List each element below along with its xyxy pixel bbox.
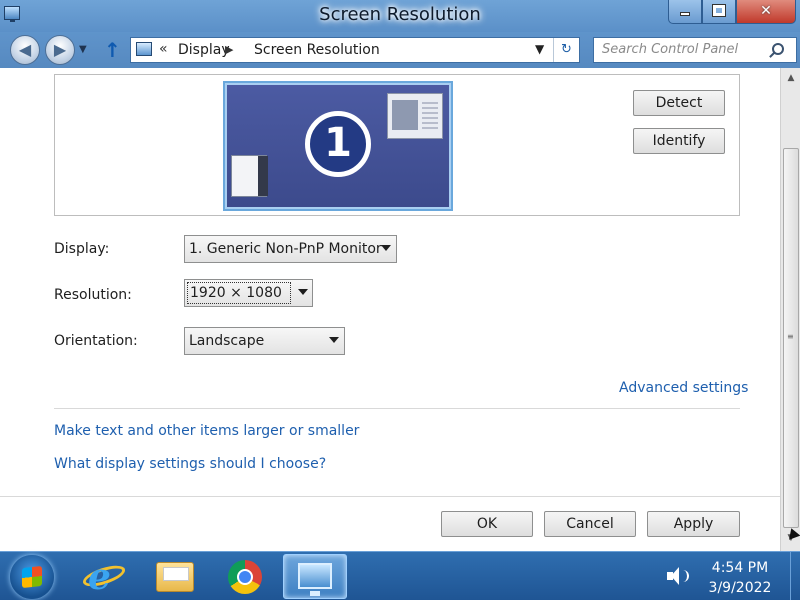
monitor-arrangement-panel: 1 Detect Identify — [54, 74, 740, 216]
desktop-sidebar-thumbnail — [231, 155, 268, 197]
windows-logo-icon — [22, 565, 42, 589]
search-placeholder: Search Control Panel — [602, 42, 739, 57]
display-help-link[interactable]: What display settings should I choose? — [54, 456, 326, 472]
address-bar[interactable]: « Display ▶ Screen Resolution ▼ ↻ — [130, 37, 580, 63]
volume-icon-wave — [679, 570, 689, 582]
forward-arrow-icon: ▶ — [53, 40, 67, 59]
volume-icon-cone — [671, 567, 679, 585]
display-settings-icon — [298, 563, 332, 596]
title-bar: Screen Resolution ✕ — [0, 0, 800, 32]
resolution-label: Resolution: — [54, 287, 132, 303]
display-dropdown[interactable]: 1. Generic Non-PnP Monitor — [184, 235, 397, 263]
file-explorer-icon[interactable] — [146, 554, 204, 599]
minimize-icon — [680, 12, 690, 16]
refresh-icon[interactable]: ↻ — [553, 38, 579, 62]
navigation-bar: ◀ ▶ ▼ ↑ « Display ▶ Screen Resolution ▼ … — [0, 32, 800, 68]
scrollbar-grip-icon: ≡ — [787, 332, 794, 341]
back-arrow-icon: ◀ — [18, 40, 32, 59]
minimize-button[interactable] — [668, 0, 702, 24]
clock-time[interactable]: 4:54 PM — [700, 560, 780, 576]
breadcrumb-overflow-icon[interactable]: « — [159, 41, 168, 57]
orientation-dropdown-value: Landscape — [189, 333, 265, 349]
desktop-window-thumbnail — [387, 93, 443, 139]
display-label: Display: — [54, 241, 110, 257]
breadcrumb-separator-icon[interactable]: ▶ — [225, 43, 233, 56]
close-icon: ✕ — [760, 3, 772, 19]
close-button[interactable]: ✕ — [736, 0, 796, 24]
search-icon[interactable] — [772, 43, 784, 55]
volume-icon[interactable] — [667, 567, 689, 585]
taskbar: e 4:54 PM 3/9/2022 — [0, 551, 800, 600]
internet-explorer-icon[interactable]: e — [76, 554, 134, 599]
search-input[interactable]: Search Control Panel — [593, 37, 797, 63]
folder-icon — [156, 562, 194, 592]
cancel-button[interactable]: Cancel — [544, 511, 636, 537]
back-button[interactable]: ◀ — [10, 35, 40, 65]
thumbnail-lines — [422, 102, 438, 130]
orientation-label: Orientation: — [54, 333, 138, 349]
identify-button[interactable]: Identify — [633, 128, 725, 154]
control-panel-icon — [136, 42, 152, 56]
recent-locations-icon[interactable]: ▼ — [79, 44, 87, 55]
resolution-dropdown[interactable]: 1920 × 1080 — [184, 279, 313, 307]
divider — [54, 408, 740, 409]
chrome-logo — [228, 560, 262, 594]
detect-button[interactable]: Detect — [633, 90, 725, 116]
breadcrumb-display[interactable]: Display — [178, 42, 230, 58]
monitor-number: 1 — [305, 111, 371, 177]
chrome-icon[interactable] — [216, 554, 274, 599]
forward-button[interactable]: ▶ — [45, 35, 75, 65]
maximize-button[interactable] — [702, 0, 736, 24]
show-desktop-button[interactable] — [790, 552, 800, 600]
dropdown-arrow-icon — [381, 245, 391, 251]
scrollbar-thumb[interactable]: ≡ — [783, 148, 799, 528]
dropdown-arrow-icon — [329, 337, 339, 343]
scroll-up-icon[interactable]: ▲ — [783, 70, 799, 86]
up-level-icon[interactable]: ↑ — [104, 38, 121, 62]
advanced-settings-link[interactable]: Advanced settings — [619, 380, 748, 396]
breadcrumb-screen-resolution[interactable]: Screen Resolution — [254, 42, 380, 58]
apply-button[interactable]: Apply — [647, 511, 740, 537]
monitor-tile[interactable]: 1 — [223, 81, 453, 211]
address-dropdown-icon[interactable]: ▼ — [535, 42, 544, 56]
start-button[interactable] — [10, 555, 54, 599]
ie-letter: e — [88, 556, 111, 598]
screen-resolution-taskbar-icon[interactable] — [283, 554, 347, 599]
display-dropdown-value: 1. Generic Non-PnP Monitor — [189, 241, 382, 257]
orientation-dropdown[interactable]: Landscape — [184, 327, 345, 355]
footer-divider — [0, 496, 780, 497]
clock-date[interactable]: 3/9/2022 — [700, 580, 780, 596]
main-content: 1 Detect Identify Display: 1. Generic No… — [0, 68, 780, 551]
text-size-link[interactable]: Make text and other items larger or smal… — [54, 423, 359, 439]
maximize-icon — [712, 4, 726, 17]
ok-button[interactable]: OK — [441, 511, 533, 537]
resolution-dropdown-value: 1920 × 1080 — [187, 282, 291, 304]
dropdown-arrow-icon — [298, 289, 308, 295]
vertical-scrollbar[interactable]: ▲ ≡ ▼ — [780, 68, 800, 551]
